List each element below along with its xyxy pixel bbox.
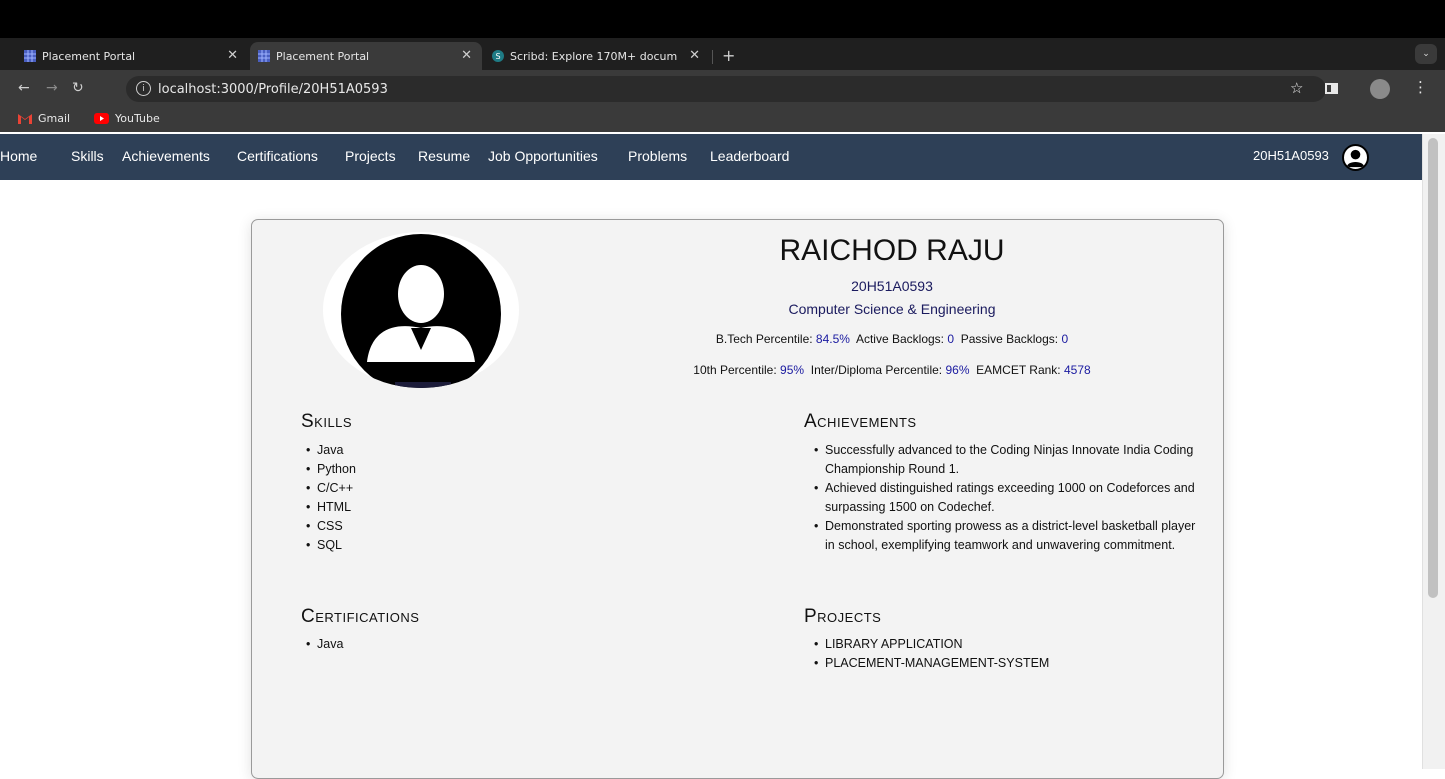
student-branch: Computer Science & Engineering: [788, 301, 996, 317]
passive-backlogs-label: Passive Backlogs:: [960, 332, 1059, 346]
site-info-icon[interactable]: i: [136, 81, 151, 96]
nav-link-certifications[interactable]: Certifications: [237, 148, 318, 164]
btech-value: 84.5%: [815, 332, 850, 346]
browser-tab-active[interactable]: Placement Portal ✕: [250, 42, 482, 70]
side-panel-icon[interactable]: [1325, 83, 1338, 94]
active-backlogs-label: Active Backlogs:: [855, 332, 945, 346]
bookmark-label: YouTube: [115, 112, 160, 125]
tab-close-icon[interactable]: ✕: [227, 48, 238, 63]
forward-icon[interactable]: →: [46, 80, 58, 96]
student-name: RAICHOD RAJU: [779, 234, 1005, 267]
browser-tab-title: Scribd: Explore 170M+ docum: [510, 49, 678, 63]
person-silhouette-icon: [341, 234, 501, 388]
browser-menu-icon[interactable]: ⋮: [1413, 78, 1428, 96]
bookmark-star-icon[interactable]: ☆: [1290, 79, 1303, 97]
scrollbar-thumb[interactable]: [1428, 138, 1438, 598]
academic-stats-row-1: B.Tech Percentile: 84.5% Active Backlogs…: [552, 332, 1232, 346]
bookmark-youtube[interactable]: YouTube: [94, 112, 160, 125]
achievements-list: Successfully advanced to the Coding Ninj…: [812, 441, 1202, 555]
skills-heading: Skills: [301, 411, 353, 432]
browser-tab-title: Placement Portal: [276, 49, 370, 63]
youtube-icon: [94, 113, 109, 124]
url-input[interactable]: i localhost:3000/Profile/20H51A0593: [126, 76, 1326, 102]
nav-link-achievements[interactable]: Achievements: [122, 148, 210, 164]
nav-link-problems[interactable]: Problems: [628, 148, 687, 164]
active-backlogs-value: 0: [947, 332, 955, 346]
profile-card: RAICHOD RAJU 20H51A0593 Computer Science…: [251, 219, 1224, 779]
nav-link-job-opportunities[interactable]: Job Opportunities: [488, 148, 598, 164]
student-roll-number: 20H51A0593: [851, 278, 933, 294]
eamcet-value: 4578: [1063, 363, 1091, 377]
project-item: LIBRARY APPLICATION: [812, 635, 1049, 654]
academic-stats-row-2: 10th Percentile: 95% Inter/Diploma Perce…: [552, 363, 1232, 377]
tab-close-icon[interactable]: ✕: [689, 48, 700, 63]
project-item: PLACEMENT-MANAGEMENT-SYSTEM: [812, 654, 1049, 673]
profile-avatar: [323, 232, 519, 388]
tab-separator: [712, 50, 713, 64]
skill-item: Java: [304, 441, 356, 460]
nav-link-home[interactable]: Home: [0, 148, 37, 164]
bookmarks-bar: Gmail YouTube: [0, 108, 1445, 132]
skill-item: C/C++: [304, 479, 356, 498]
browser-profile-avatar[interactable]: [1370, 79, 1390, 99]
inter-value: 96%: [945, 363, 970, 377]
browser-tab[interactable]: Placement Portal ✕: [16, 42, 248, 70]
svg-text:S: S: [495, 52, 500, 61]
eamcet-label: EAMCET Rank:: [976, 363, 1061, 377]
placement-portal-favicon-icon: [258, 50, 270, 62]
nav-link-skills[interactable]: Skills: [71, 148, 104, 164]
certifications-heading: Certifications: [301, 606, 420, 627]
new-tab-icon[interactable]: +: [722, 46, 735, 65]
nav-link-leaderboard[interactable]: Leaderboard: [710, 148, 789, 164]
projects-list: LIBRARY APPLICATION PLACEMENT-MANAGEMENT…: [812, 635, 1049, 673]
achievement-item: Achieved distinguished ratings exceeding…: [812, 479, 1202, 517]
reload-icon[interactable]: ↻: [72, 80, 84, 96]
btech-label: B.Tech Percentile:: [715, 332, 813, 346]
tab-search-icon[interactable]: ⌄: [1415, 44, 1437, 64]
certification-item: Java: [304, 635, 343, 654]
passive-backlogs-value: 0: [1061, 332, 1069, 346]
skill-item: CSS: [304, 517, 356, 536]
skill-item: HTML: [304, 498, 356, 517]
achievement-item: Successfully advanced to the Coding Ninj…: [812, 441, 1202, 479]
nav-link-resume[interactable]: Resume: [418, 148, 470, 164]
user-avatar-icon[interactable]: [1342, 144, 1369, 171]
back-icon[interactable]: ←: [18, 80, 30, 96]
os-top-bar: [0, 0, 1445, 38]
user-id-label[interactable]: 20H51A0593: [1253, 148, 1329, 163]
page-scrollbar[interactable]: [1422, 134, 1445, 769]
skills-list: Java Python C/C++ HTML CSS SQL: [304, 441, 356, 555]
certifications-list: Java: [304, 635, 343, 654]
browser-tab-strip: Placement Portal ✕ Placement Portal ✕ S …: [0, 38, 1445, 70]
projects-heading: Projects: [804, 606, 882, 627]
browser-tab[interactable]: S Scribd: Explore 170M+ docum ✕: [484, 42, 710, 70]
nav-link-projects[interactable]: Projects: [345, 148, 396, 164]
bookmark-gmail[interactable]: Gmail: [18, 112, 70, 125]
placement-portal-favicon-icon: [24, 50, 36, 62]
scribd-favicon-icon: S: [492, 50, 504, 62]
tenth-label: 10th Percentile:: [693, 363, 777, 377]
tenth-value: 95%: [780, 363, 805, 377]
achievements-heading: Achievements: [804, 411, 917, 432]
address-bar-row: ← → ↻ i localhost:3000/Profile/20H51A059…: [0, 70, 1445, 108]
bookmark-label: Gmail: [38, 112, 71, 125]
url-text: localhost:3000/Profile/20H51A0593: [158, 81, 388, 97]
inter-label: Inter/Diploma Percentile:: [810, 363, 943, 377]
gmail-icon: [18, 114, 32, 124]
skill-item: Python: [304, 460, 356, 479]
tab-close-icon[interactable]: ✕: [461, 48, 472, 63]
site-navbar: Home Skills Achievements Certifications …: [0, 134, 1422, 180]
skill-item: SQL: [304, 536, 356, 555]
achievement-item: Demonstrated sporting prowess as a distr…: [812, 517, 1202, 555]
browser-tab-title: Placement Portal: [42, 49, 136, 63]
